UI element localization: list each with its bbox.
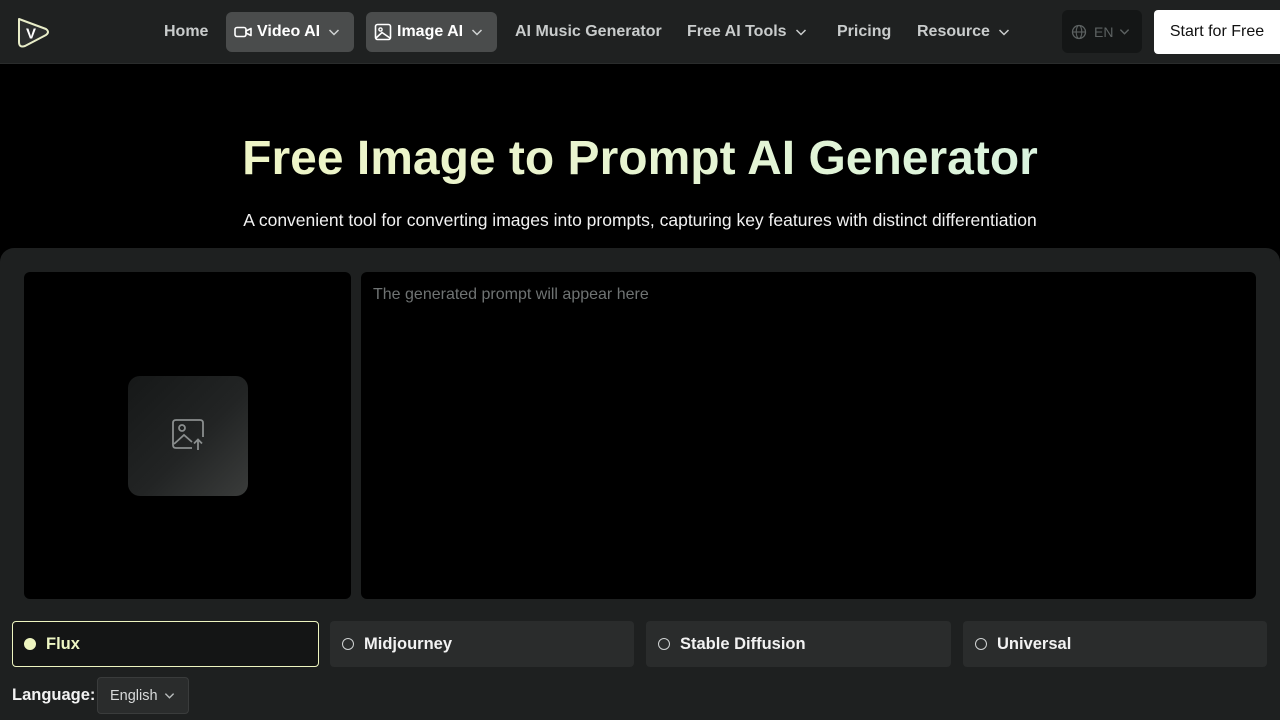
start-for-free-button[interactable]: Start for Free (1154, 10, 1280, 54)
radio-icon (975, 638, 987, 650)
radio-selected-icon (24, 638, 36, 650)
model-option-universal[interactable]: Universal (963, 621, 1267, 667)
nav-home-label: Home (164, 23, 209, 40)
nav-video-ai[interactable]: Video AI (226, 12, 354, 52)
language-select[interactable]: English (97, 677, 189, 714)
model-option-flux[interactable]: Flux (12, 621, 319, 667)
image-upload-icon (170, 416, 206, 457)
chevron-down-icon (1119, 26, 1130, 37)
language-switcher[interactable]: EN (1062, 10, 1142, 53)
video-camera-icon (234, 23, 252, 41)
page-subtitle: A convenient tool for converting images … (243, 210, 1037, 230)
radio-icon (658, 638, 670, 650)
radio-icon (342, 638, 354, 650)
nav-free-ai-tools[interactable]: Free AI Tools (679, 12, 815, 52)
globe-icon (1071, 24, 1087, 40)
language-select-value: English (110, 687, 158, 704)
chevron-down-icon (998, 26, 1010, 38)
model-option-label: Midjourney (364, 634, 453, 653)
model-option-label: Flux (46, 634, 80, 653)
model-option-label: Universal (997, 634, 1072, 653)
nav-ai-music-generator[interactable]: AI Music Generator (507, 12, 670, 52)
nav-image-ai[interactable]: Image AI (366, 12, 497, 52)
chevron-down-icon (795, 26, 807, 38)
nav-home[interactable]: Home (156, 12, 216, 52)
chevron-down-icon (328, 26, 340, 38)
chevron-down-icon (471, 26, 483, 38)
nav-pricing-label: Pricing (837, 23, 892, 40)
nav-free-ai-tools-label: Free AI Tools (687, 23, 787, 40)
image-icon (374, 23, 392, 41)
logo-letter: V (26, 26, 36, 43)
language-code: EN (1094, 23, 1114, 40)
model-option-label: Stable Diffusion (680, 634, 806, 653)
generated-prompt-output[interactable] (361, 272, 1256, 599)
logo-icon[interactable]: V (15, 14, 51, 50)
nav-pricing[interactable]: Pricing (829, 12, 899, 52)
language-label: Language: (12, 686, 96, 704)
model-option-midjourney[interactable]: Midjourney (330, 621, 634, 667)
nav-resource-label: Resource (917, 23, 990, 40)
nav-resource[interactable]: Resource (909, 12, 1018, 52)
nav-image-ai-label: Image AI (397, 23, 464, 40)
image-upload-button[interactable] (128, 376, 248, 496)
nav-video-ai-label: Video AI (257, 23, 321, 40)
chevron-down-icon (164, 690, 175, 701)
top-navigation: V Home Video AI Image AI AI Music Genera… (0, 0, 1280, 64)
model-option-stable-diffusion[interactable]: Stable Diffusion (646, 621, 951, 667)
page-title: Free Image to Prompt AI Generator (0, 130, 1280, 188)
nav-ai-music-generator-label: AI Music Generator (515, 23, 662, 40)
